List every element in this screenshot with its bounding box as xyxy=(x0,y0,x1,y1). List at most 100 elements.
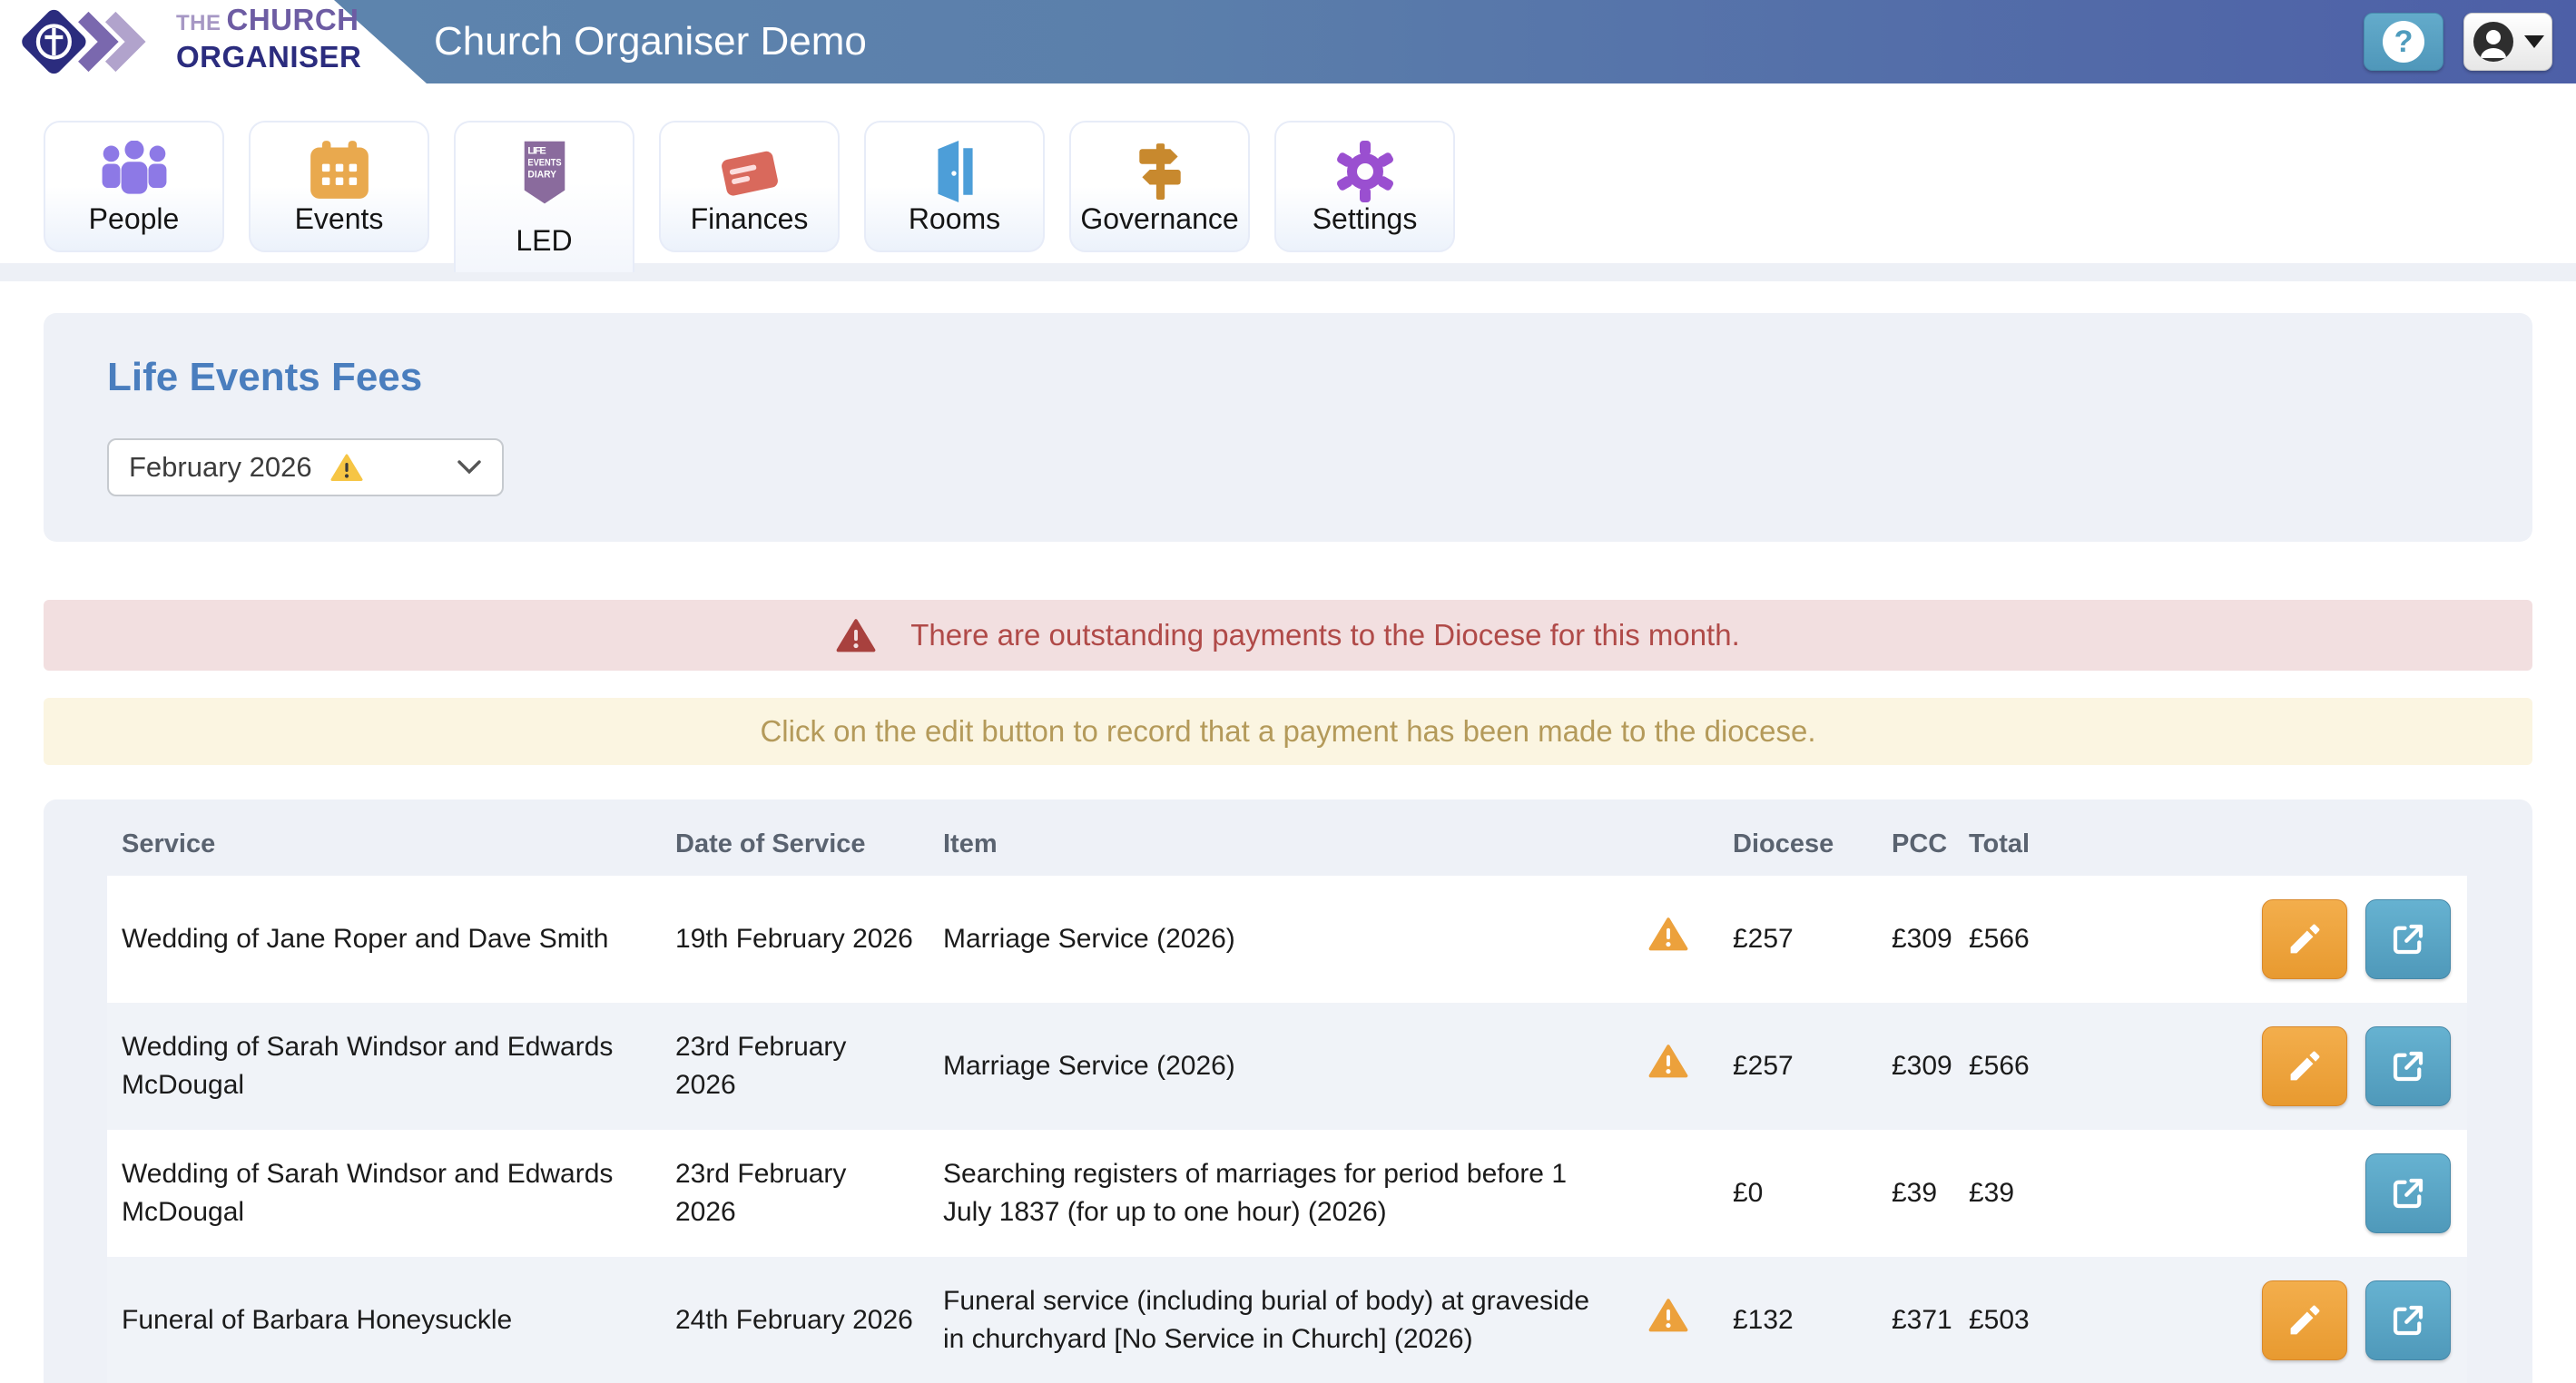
table-row: Wedding of Sarah Windsor and Edwards McD… xyxy=(107,1003,2467,1130)
col-date: Date of Service xyxy=(661,812,929,876)
open-service-button[interactable] xyxy=(2365,1153,2451,1233)
open-service-button[interactable] xyxy=(2365,899,2451,979)
tab-people[interactable]: People xyxy=(44,121,224,252)
col-service: Service xyxy=(107,812,661,876)
tab-label: Governance xyxy=(1080,202,1238,236)
date-cell: 23rd February 2026 xyxy=(661,1003,929,1130)
table-row: Funeral of Barbara Honeysuckle 24th Febr… xyxy=(107,1257,2467,1383)
item-cell: Marriage Service (2026) xyxy=(929,876,1618,1003)
service-cell: Wedding of Sarah Windsor and Edwards McD… xyxy=(107,1130,661,1257)
main-content: Life Events Fees February 2026 There are… xyxy=(0,281,2576,1383)
pcc-cell: £39 xyxy=(1877,1130,1954,1257)
logo-church: CHURCH xyxy=(227,3,359,36)
service-cell: Wedding of Jane Roper and Dave Smith xyxy=(107,876,661,1003)
col-item: Item xyxy=(929,812,1618,876)
item-cell: Marriage Service (2026) xyxy=(929,1003,1618,1130)
pencil-icon xyxy=(2286,920,2324,958)
edit-payment-button[interactable] xyxy=(2262,899,2347,979)
actions-cell xyxy=(2109,876,2467,1003)
col-diocese: Diocese xyxy=(1718,812,1877,876)
external-link-icon xyxy=(2389,1047,2427,1085)
date-cell: 24th February 2026 xyxy=(661,1257,929,1383)
app-header: THECHURCH ORGANISER Church Organiser Dem… xyxy=(0,0,2576,83)
item-cell: Funeral service (including burial of bod… xyxy=(929,1257,1618,1383)
item-cell: Searching registers of marriages for per… xyxy=(929,1130,1618,1257)
col-pcc: PCC xyxy=(1877,812,1954,876)
warning-cell xyxy=(1618,876,1718,1003)
church-organiser-logo: THECHURCH ORGANISER xyxy=(20,5,361,78)
edit-payment-button[interactable] xyxy=(2262,1026,2347,1106)
pcc-cell: £309 xyxy=(1877,876,1954,1003)
life-events-diary-icon: LIFE EVENTS DIARY xyxy=(521,141,568,206)
tab-settings[interactable]: Settings xyxy=(1274,121,1455,252)
external-link-icon xyxy=(2389,920,2427,958)
svg-text:LIFE: LIFE xyxy=(527,146,546,157)
user-menu-button[interactable] xyxy=(2463,13,2552,71)
edit-payment-button[interactable] xyxy=(2262,1280,2347,1360)
logo-organiser: ORGANISER xyxy=(176,40,361,74)
date-cell: 19th February 2026 xyxy=(661,876,929,1003)
tab-label: Rooms xyxy=(909,202,1000,236)
open-service-button[interactable] xyxy=(2365,1026,2451,1106)
diocese-cell: £132 xyxy=(1718,1257,1877,1383)
tab-finances[interactable]: Finances xyxy=(659,121,840,252)
logo-diamond-icon xyxy=(20,5,167,78)
main-navigation: People Events LIFE EVENTS DIARY LED xyxy=(0,121,2576,272)
month-select-value: February 2026 xyxy=(129,451,312,484)
header-actions: ? xyxy=(2364,13,2552,71)
door-icon xyxy=(930,141,979,202)
question-mark-icon: ? xyxy=(2383,21,2424,63)
actions-cell xyxy=(2109,1130,2467,1257)
logo-wordmark: THECHURCH ORGANISER xyxy=(176,5,361,79)
edit-hint-alert: Click on the edit button to record that … xyxy=(44,698,2532,765)
danger-alert-text: There are outstanding payments to the Di… xyxy=(910,618,1740,652)
col-actions xyxy=(2109,812,2467,876)
actions-cell xyxy=(2109,1257,2467,1383)
table-row: Wedding of Jane Roper and Dave Smith 19t… xyxy=(107,876,2467,1003)
danger-warning-icon xyxy=(836,617,876,653)
diocese-cell: £257 xyxy=(1718,1003,1877,1130)
open-service-button[interactable] xyxy=(2365,1280,2451,1360)
help-button[interactable]: ? xyxy=(2364,13,2443,71)
tab-governance[interactable]: Governance xyxy=(1069,121,1250,252)
credit-card-icon xyxy=(716,141,783,201)
warning-icon xyxy=(1648,1297,1688,1333)
service-cell: Wedding of Sarah Windsor and Edwards McD… xyxy=(107,1003,661,1130)
service-cell: Funeral of Barbara Honeysuckle xyxy=(107,1257,661,1383)
external-link-icon xyxy=(2389,1174,2427,1212)
fees-table: Service Date of Service Item Diocese PCC… xyxy=(107,812,2467,1383)
total-cell: £566 xyxy=(1954,876,2109,1003)
signpost-icon xyxy=(1131,141,1189,201)
svg-text:EVENTS: EVENTS xyxy=(527,158,561,169)
section-title: Life Events Fees xyxy=(107,355,2469,400)
tab-label: Events xyxy=(295,202,384,236)
diocese-cell: £257 xyxy=(1718,876,1877,1003)
actions-cell xyxy=(2109,1003,2467,1130)
total-cell: £39 xyxy=(1954,1130,2109,1257)
warning-icon xyxy=(1648,916,1688,952)
tab-rooms[interactable]: Rooms xyxy=(864,121,1045,252)
tab-label: People xyxy=(89,202,180,236)
warning-cell xyxy=(1618,1130,1718,1257)
month-select[interactable]: February 2026 xyxy=(107,438,504,496)
fees-table-panel: Service Date of Service Item Diocese PCC… xyxy=(44,799,2532,1383)
diocese-outstanding-alert: There are outstanding payments to the Di… xyxy=(44,600,2532,671)
page-title: Church Organiser Demo xyxy=(434,0,867,83)
pcc-cell: £371 xyxy=(1877,1257,1954,1383)
tab-led-active[interactable]: LIFE EVENTS DIARY LED xyxy=(454,121,634,272)
diocese-cell: £0 xyxy=(1718,1130,1877,1257)
calendar-icon xyxy=(309,141,370,201)
total-cell: £503 xyxy=(1954,1257,2109,1383)
svg-text:DIARY: DIARY xyxy=(527,170,556,181)
gear-icon xyxy=(1334,141,1396,202)
tab-events[interactable]: Events xyxy=(249,121,429,252)
tab-label: LED xyxy=(516,224,572,258)
fees-table-body: Wedding of Jane Roper and Dave Smith 19t… xyxy=(107,876,2467,1383)
tab-label: Settings xyxy=(1313,202,1418,236)
pencil-icon xyxy=(2286,1047,2324,1085)
logo-the: THE xyxy=(176,11,221,35)
tab-label: Finances xyxy=(691,202,809,236)
table-header-row: Service Date of Service Item Diocese PCC… xyxy=(107,812,2467,876)
user-icon xyxy=(2472,20,2515,64)
warning-icon xyxy=(330,453,363,482)
